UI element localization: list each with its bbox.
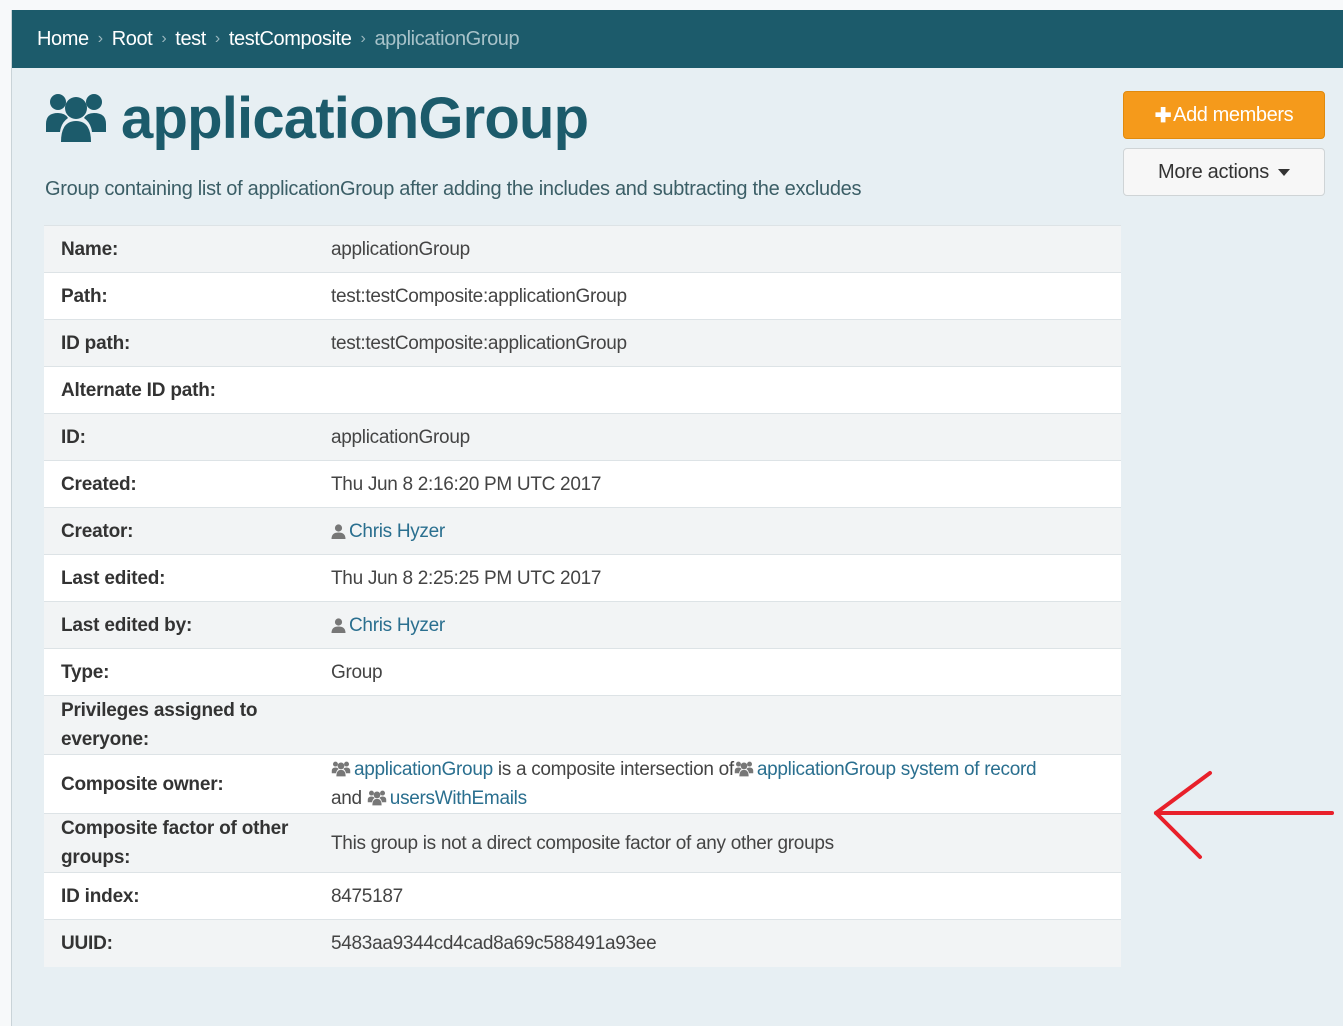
property-label: Creator: <box>44 507 314 555</box>
property-value: This group is not a direct composite fac… <box>314 813 1121 873</box>
group-icon <box>367 790 387 806</box>
group-description: Group containing list of applicationGrou… <box>45 178 862 200</box>
breadcrumb-root[interactable]: Root <box>112 28 153 51</box>
plus-icon: ✚ <box>1154 104 1172 127</box>
table-row: Name: applicationGroup <box>44 225 1121 273</box>
breadcrumb-testcomposite[interactable]: testComposite <box>229 28 352 51</box>
property-value: applicationGroup <box>314 225 1121 273</box>
property-label: Created: <box>44 460 314 508</box>
property-value <box>314 366 1121 414</box>
composite-text: is a composite intersection of <box>497 759 734 780</box>
table-row: Creator: Chris Hyzer <box>44 507 1121 555</box>
property-value: Chris Hyzer <box>314 601 1121 649</box>
group-properties-table: Name: applicationGroup Path: test:testCo… <box>44 225 1121 967</box>
composite-owner-value: applicationGroup is a composite intersec… <box>314 754 1121 814</box>
property-value: 5483aa9344cd4cad8a69c588491a93ee <box>314 919 1121 967</box>
add-members-label: Add members <box>1173 103 1294 126</box>
property-label: ID path: <box>44 319 314 367</box>
property-label: Privileges assigned to everyone: <box>44 695 314 755</box>
property-value: test:testComposite:applicationGroup <box>314 272 1121 320</box>
property-label: Last edited: <box>44 554 314 602</box>
property-value: Group <box>314 648 1121 696</box>
table-row: Privileges assigned to everyone: <box>44 695 1121 755</box>
breadcrumb-separator: › <box>161 30 167 47</box>
property-value <box>314 695 1121 755</box>
page-title: applicationGroup <box>121 85 589 151</box>
table-row: Type: Group <box>44 648 1121 696</box>
table-row: Last edited: Thu Jun 8 2:25:25 PM UTC 20… <box>44 554 1121 602</box>
breadcrumb-separator: › <box>360 30 366 47</box>
main-panel: Home › Root › test › testComposite › app… <box>11 10 1343 1026</box>
table-row: ID index: 8475187 <box>44 872 1121 920</box>
creator-link[interactable]: Chris Hyzer <box>349 521 445 542</box>
group-icon <box>46 94 106 142</box>
property-label: Composite factor of other groups: <box>44 813 314 873</box>
last-edited-by-link[interactable]: Chris Hyzer <box>349 615 445 636</box>
group-icon <box>734 761 754 777</box>
property-label: Name: <box>44 225 314 273</box>
table-row: Composite factor of other groups: This g… <box>44 813 1121 873</box>
property-value: applicationGroup <box>314 413 1121 461</box>
breadcrumb-current: applicationGroup <box>374 27 520 50</box>
property-label: ID index: <box>44 872 314 920</box>
caret-down-icon <box>1277 168 1290 176</box>
user-icon <box>331 617 346 633</box>
page-header: applicationGroup <box>45 85 589 151</box>
property-value: Chris Hyzer <box>314 507 1121 555</box>
breadcrumb: Home › Root › test › testComposite › app… <box>12 10 1343 68</box>
left-factor-link[interactable]: applicationGroup system of record <box>757 759 1037 780</box>
group-icon <box>331 761 351 777</box>
property-label: Last edited by: <box>44 601 314 649</box>
property-label: Path: <box>44 272 314 320</box>
right-factor-link[interactable]: usersWithEmails <box>390 788 527 809</box>
property-label: Type: <box>44 648 314 696</box>
table-row: Path: test:testComposite:applicationGrou… <box>44 272 1121 320</box>
composite-owner-group-link[interactable]: applicationGroup <box>354 759 493 780</box>
table-row: Composite owner: applicationGroup is a c… <box>44 754 1121 814</box>
user-icon <box>331 523 346 539</box>
table-row: Last edited by: Chris Hyzer <box>44 601 1121 649</box>
property-value: Thu Jun 8 2:25:25 PM UTC 2017 <box>314 554 1121 602</box>
property-value: test:testComposite:applicationGroup <box>314 319 1121 367</box>
breadcrumb-test[interactable]: test <box>175 28 206 51</box>
table-row: UUID: 5483aa9344cd4cad8a69c588491a93ee <box>44 919 1121 967</box>
property-value: Thu Jun 8 2:16:20 PM UTC 2017 <box>314 460 1121 508</box>
table-row: Created: Thu Jun 8 2:16:20 PM UTC 2017 <box>44 460 1121 508</box>
breadcrumb-separator: › <box>214 30 220 47</box>
more-actions-button[interactable]: More actions <box>1123 148 1325 196</box>
property-label: Composite owner: <box>44 754 314 814</box>
property-label: UUID: <box>44 919 314 967</box>
table-row: Alternate ID path: <box>44 366 1121 414</box>
property-label: ID: <box>44 413 314 461</box>
breadcrumb-home[interactable]: Home <box>37 28 89 51</box>
composite-text: and <box>331 788 362 809</box>
property-label: Alternate ID path: <box>44 366 314 414</box>
more-actions-label: More actions <box>1158 160 1269 183</box>
table-row: ID path: test:testComposite:applicationG… <box>44 319 1121 367</box>
annotation-arrow-icon <box>1154 771 1334 859</box>
property-value: 8475187 <box>314 872 1121 920</box>
table-row: ID: applicationGroup <box>44 413 1121 461</box>
breadcrumb-separator: › <box>97 30 103 47</box>
add-members-button[interactable]: ✚ Add members <box>1123 91 1325 139</box>
